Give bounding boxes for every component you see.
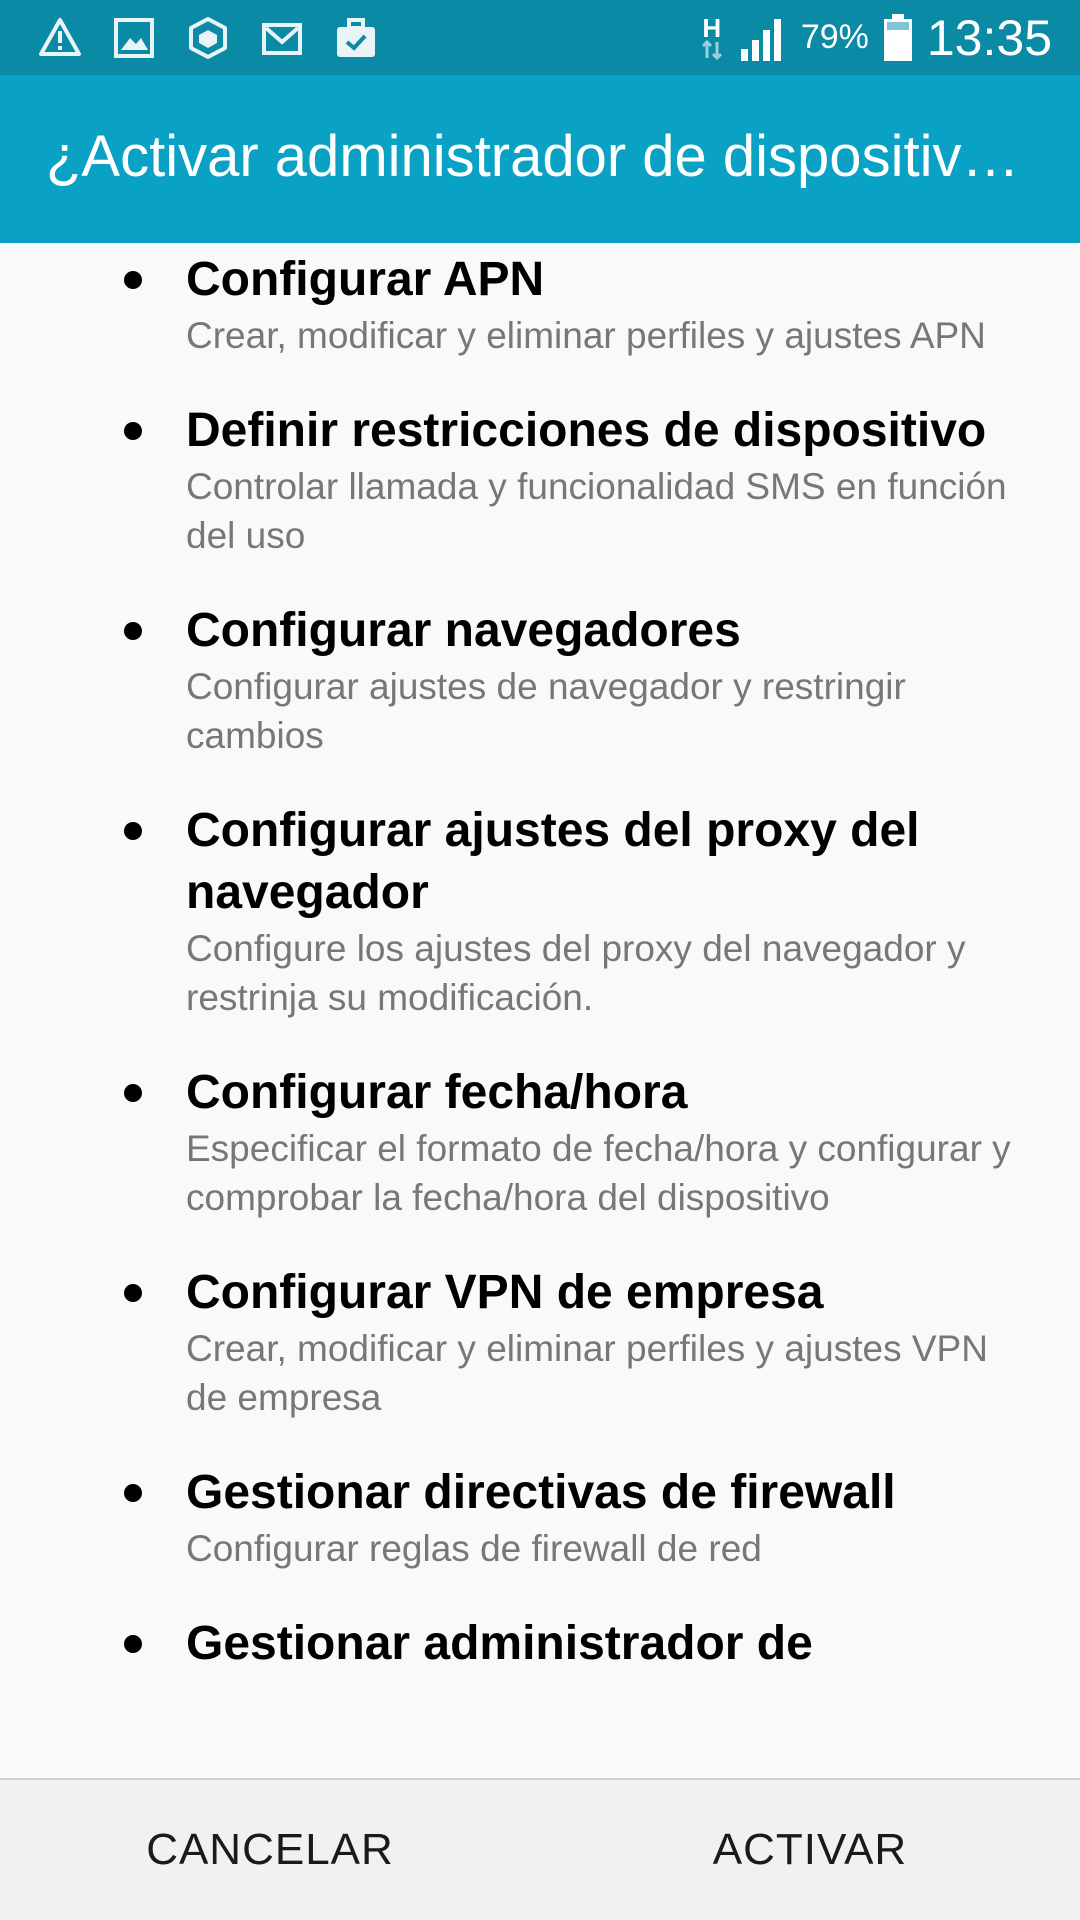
permission-item: Configurar VPN de empresa Crear, modifica… <box>0 1262 1080 1422</box>
permission-title: Gestionar administrador de <box>186 1617 813 1670</box>
permission-title: Configurar fecha/hora <box>186 1066 688 1119</box>
network-type-label: H <box>702 12 722 43</box>
image-icon <box>112 16 156 60</box>
permission-description: Configurar ajustes de navegador y restri… <box>186 666 906 756</box>
permission-list-scroll[interactable]: Configurar APN Crear, modificar y elimina… <box>0 243 1080 1778</box>
status-right: H 79% 13:35 <box>699 0 1052 75</box>
permission-item: Configurar APN Crear, modificar y elimina… <box>0 249 1080 360</box>
permission-description: Crear, modificar y eliminar perfiles y a… <box>186 315 986 356</box>
notification-icons <box>38 16 378 60</box>
data-arrows-icon <box>701 39 722 60</box>
dialog-footer: CANCELAR ACTIVAR <box>0 1780 1080 1920</box>
bullet-icon <box>124 1084 142 1102</box>
bullet-icon <box>124 822 142 840</box>
permission-item: Configurar ajustes del proxy del navegad… <box>0 800 1080 1022</box>
network-type-indicator: H <box>699 12 725 60</box>
bullet-icon <box>124 422 142 440</box>
warning-icon <box>38 16 82 60</box>
briefcase-check-icon <box>334 16 378 60</box>
bullet-icon <box>124 622 142 640</box>
cancel-button[interactable]: CANCELAR <box>0 1780 540 1920</box>
permission-title: Configurar ajustes del proxy del navegad… <box>186 804 920 919</box>
permission-title: Configurar VPN de empresa <box>186 1266 824 1319</box>
package-icon <box>186 16 230 60</box>
permission-description: Configure los ajustes del proxy del nave… <box>186 928 966 1018</box>
battery-percent: 79% <box>800 18 869 56</box>
battery-icon <box>883 13 912 61</box>
permission-title: Configurar navegadores <box>186 604 741 657</box>
dialog-header: ¿Activar administrador de dispositivos? <box>0 75 1080 243</box>
permission-title: Gestionar directivas de firewall <box>186 1466 896 1519</box>
permission-list: Configurar APN Crear, modificar y elimina… <box>0 249 1080 1715</box>
permission-description: Especificar el formato de fecha/hora y c… <box>186 1128 1011 1218</box>
status-bar: H 79% 13:35 <box>0 0 1080 75</box>
permission-description: Crear, modificar y eliminar perfiles y a… <box>186 1328 988 1418</box>
permission-description: Controlar llamada y funcionalidad SMS en… <box>186 466 1007 556</box>
permission-description: Configurar reglas de firewall de red <box>186 1528 762 1569</box>
permission-item: Configurar fecha/hora Especificar el form… <box>0 1062 1080 1222</box>
permission-title: Configurar APN <box>186 253 545 306</box>
clock: 13:35 <box>926 9 1052 66</box>
permission-item: Definir restricciones de dispositivo Cont… <box>0 400 1080 560</box>
email-icon <box>260 16 304 60</box>
permission-title: Definir restricciones de dispositivo <box>186 404 987 457</box>
permission-item: Configurar navegadores Configurar ajustes… <box>0 600 1080 760</box>
dialog-title: ¿Activar administrador de dispositivos? <box>46 124 1044 189</box>
activate-button[interactable]: ACTIVAR <box>540 1780 1080 1920</box>
permission-item: Gestionar administrador de <box>0 1613 1080 1675</box>
bullet-icon <box>124 1635 142 1653</box>
permission-item: Gestionar directivas de firewall Configur… <box>0 1462 1080 1573</box>
bullet-icon <box>124 271 142 289</box>
bullet-icon <box>124 1484 142 1502</box>
signal-strength-icon <box>740 18 781 61</box>
bullet-icon <box>124 1284 142 1302</box>
